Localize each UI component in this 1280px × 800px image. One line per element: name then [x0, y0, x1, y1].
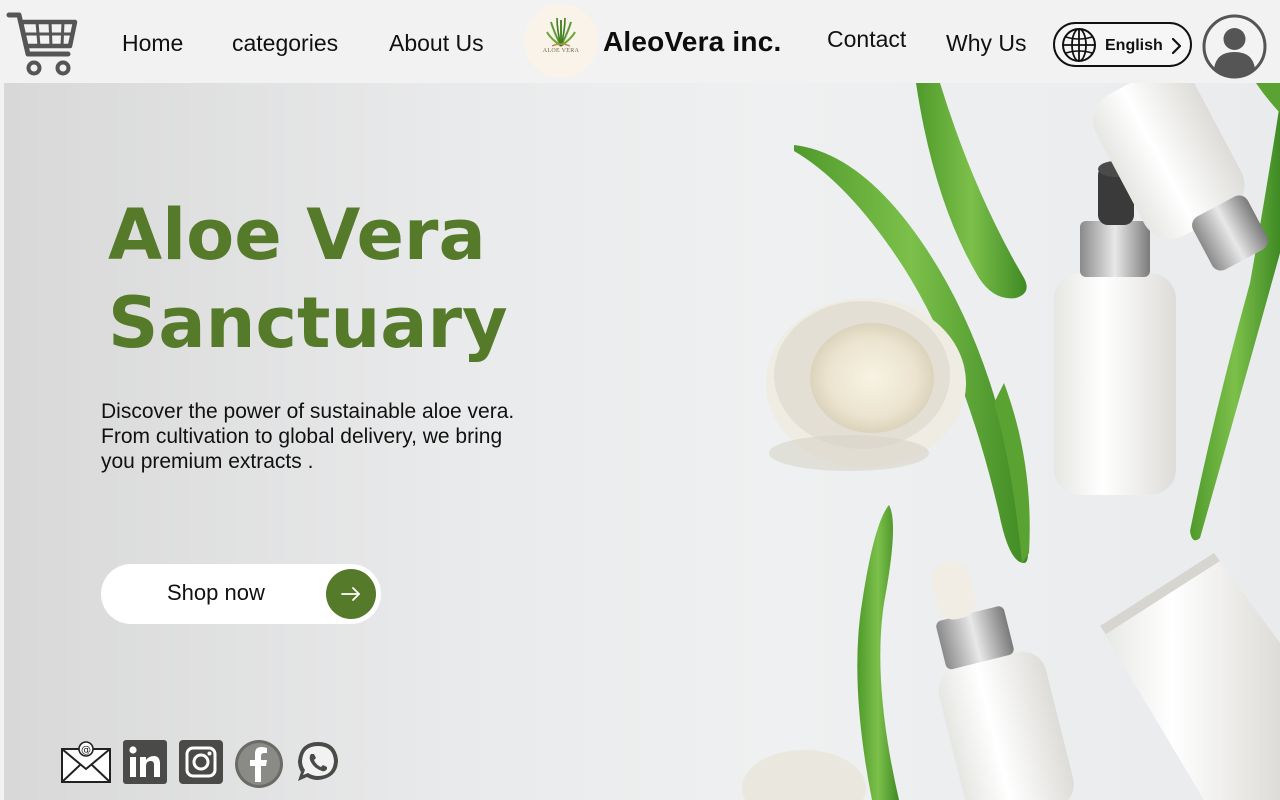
hero-title: Aloe Vera Sanctuary — [108, 191, 668, 367]
chevron-right-icon — [1171, 37, 1182, 55]
logo-text: ALOE VERA — [542, 48, 580, 54]
hero-banner: Aloe Vera Sanctuary Discover the power o… — [4, 83, 1280, 800]
brand-name: AleoVera inc. — [603, 26, 782, 57]
language-label: English — [1105, 37, 1163, 54]
globe-icon — [1062, 28, 1096, 62]
page: Home categories About Us ALOE VERA AleoV… — [0, 0, 1280, 800]
nav-why-us-link[interactable]: Why Us — [946, 30, 1027, 57]
instagram-icon[interactable] — [178, 739, 224, 785]
arrow-right-icon — [326, 569, 376, 619]
top-navigation-bar: Home categories About Us ALOE VERA AleoV… — [0, 0, 1280, 84]
nav-home-link[interactable]: Home — [122, 30, 183, 57]
user-avatar-icon[interactable] — [1202, 14, 1267, 79]
svg-text:@: @ — [81, 745, 91, 756]
hero-title-line-1: Aloe Vera — [108, 194, 486, 276]
language-selector-button[interactable]: English — [1053, 22, 1192, 67]
hero-title-line-2: Sanctuary — [108, 282, 508, 364]
linkedin-icon[interactable] — [122, 739, 168, 785]
whatsapp-icon[interactable] — [294, 739, 342, 787]
nav-contact-link[interactable]: Contact — [827, 26, 906, 53]
nav-about-link[interactable]: About Us — [389, 30, 484, 57]
shop-now-label: Shop now — [167, 580, 265, 605]
hero-description: Discover the power of sustainable aloe v… — [101, 400, 515, 473]
aloe-plant-logo-icon — [546, 17, 576, 47]
facebook-icon[interactable] — [234, 739, 284, 789]
shop-now-button[interactable]: Shop now — [101, 564, 381, 624]
nav-categories-link[interactable]: categories — [232, 30, 338, 57]
email-icon[interactable]: @ — [60, 739, 112, 785]
brand-logo[interactable]: ALOE VERA — [524, 4, 598, 78]
shopping-cart-icon[interactable] — [6, 8, 80, 80]
